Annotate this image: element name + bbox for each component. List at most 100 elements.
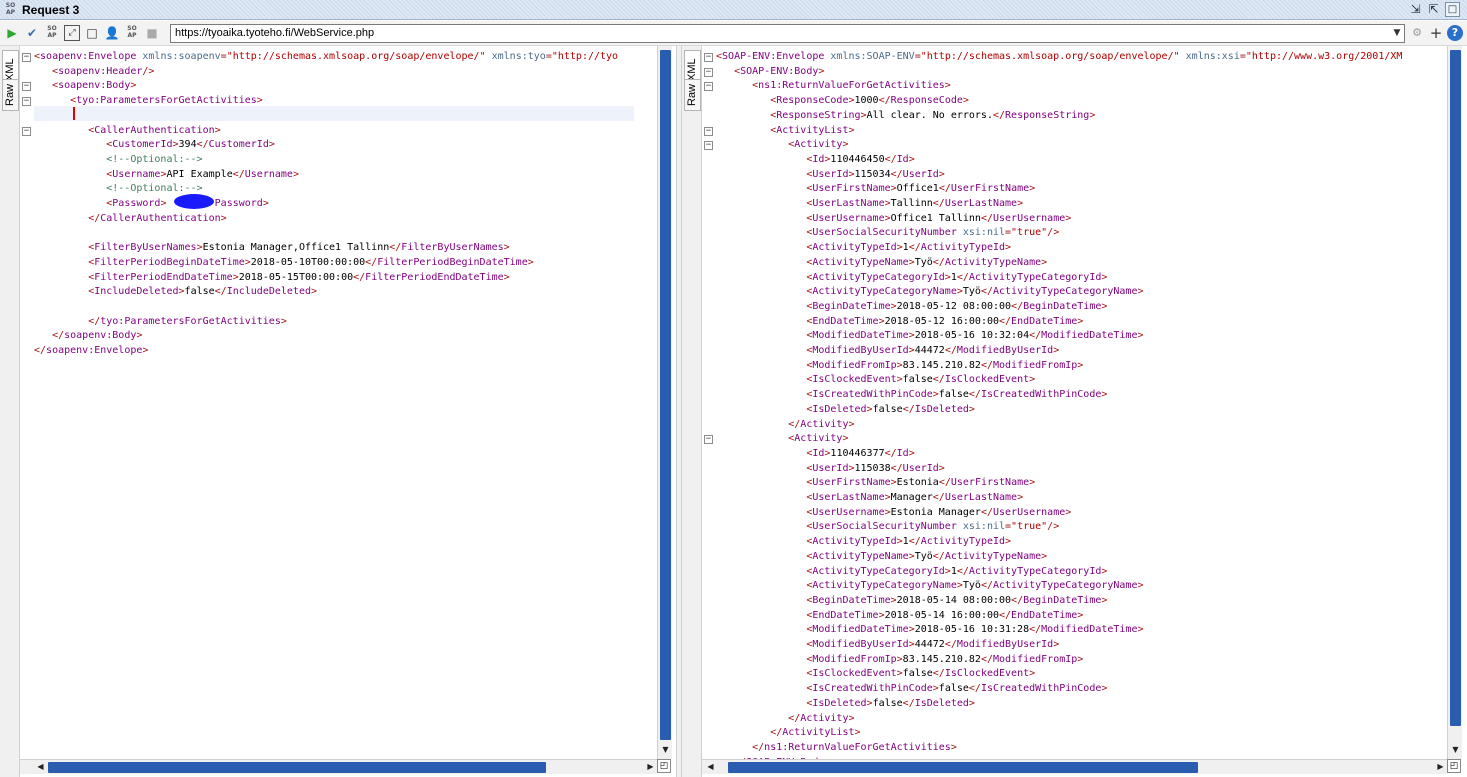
- xml-token: UserLastName: [944, 198, 1018, 209]
- xml-token: [716, 668, 806, 679]
- fold-toggle-icon[interactable]: −: [704, 67, 713, 77]
- scroll-left-icon[interactable]: ◀: [704, 760, 717, 773]
- response-xml-editor[interactable]: <SOAP-ENV:Envelope xmlns:SOAP-ENV="http:…: [702, 46, 1447, 759]
- request-vertical-scrollbar[interactable]: ▼: [657, 46, 672, 759]
- xml-token: >: [908, 447, 915, 459]
- tab-raw[interactable]: Raw: [2, 79, 19, 111]
- xml-token: EndDateTime: [1011, 609, 1078, 621]
- xml-token: [716, 580, 806, 591]
- xml-line: <ActivityTypeCategoryId>1</ActivityTypeC…: [716, 565, 1107, 580]
- xml-token: </: [999, 315, 1012, 327]
- xml-line: <FilterByUserNames>Estonia Manager,Offic…: [34, 241, 510, 256]
- user-icon[interactable]: 👤: [104, 25, 120, 41]
- request-vertical-thumb[interactable]: [660, 50, 671, 740]
- response-panel: XML Raw <SOAP-ENV:Envelope xmlns:SOAP-EN…: [682, 46, 1467, 777]
- xml-token: [716, 551, 806, 562]
- xml-token: [34, 183, 106, 194]
- xml-token: [716, 257, 806, 268]
- detach-icon[interactable]: □: [1445, 2, 1460, 17]
- xml-token: >: [1077, 609, 1084, 621]
- xml-token: [716, 242, 806, 253]
- xml-line: <IsClockedEvent>false</IsClockedEvent>: [716, 373, 1035, 388]
- response-horizontal-scrollbar[interactable]: ◀ ▶: [702, 759, 1447, 774]
- fold-toggle-icon[interactable]: −: [22, 82, 31, 92]
- xml-line: <ActivityTypeCategoryId>1</ActivityTypeC…: [716, 271, 1107, 286]
- fold-toggle-icon[interactable]: −: [704, 126, 713, 136]
- xml-token: CallerAuthentication: [94, 124, 215, 136]
- scroll-down-icon[interactable]: ▼: [1449, 743, 1462, 756]
- tab-raw[interactable]: Raw: [684, 79, 701, 111]
- xml-token: IncludeDeleted: [94, 286, 179, 298]
- xml-token: [716, 595, 806, 606]
- settings-icon[interactable]: ⚙: [1409, 25, 1425, 41]
- xml-token: >: [136, 330, 143, 342]
- xml-line: <soapenv:Header/>: [34, 65, 154, 80]
- xml-token: >: [944, 80, 951, 92]
- fold-toggle-icon[interactable]: −: [704, 53, 713, 62]
- add-endpoint-icon[interactable]: +: [1428, 25, 1444, 41]
- fold-toggle-icon[interactable]: −: [22, 126, 31, 136]
- endpoint-url-select[interactable]: https://tyoaika.tyoteho.fi/WebService.ph…: [170, 24, 1405, 43]
- xml-token: EndDateTime: [812, 315, 879, 327]
- request-horizontal-scrollbar[interactable]: ◀ ▶: [20, 759, 657, 774]
- xml-line: <CallerAuthentication>: [34, 124, 220, 139]
- xml-token: [34, 139, 106, 150]
- response-horizontal-thumb[interactable]: [728, 762, 1198, 773]
- xml-line: <UserLastName>Manager</UserLastName>: [716, 491, 1023, 506]
- xml-token: UserLastName: [812, 492, 885, 503]
- xml-token: ActivityTypeName: [944, 256, 1042, 268]
- toolbar: ▶ ✔ SO AP ⤢ □ 👤 SO AP ■ https://tyoaika.…: [0, 21, 1467, 46]
- help-icon[interactable]: ?: [1447, 25, 1463, 41]
- xml-token: Username: [112, 168, 161, 180]
- validate-icon[interactable]: ✔: [24, 25, 40, 41]
- fold-toggle-icon[interactable]: −: [704, 82, 713, 92]
- xml-token: >: [1137, 330, 1144, 342]
- xml-token: [34, 242, 88, 253]
- xml-token: UserFirstName: [950, 477, 1030, 489]
- xml-token: >: [848, 124, 855, 136]
- square-icon[interactable]: □: [84, 25, 100, 41]
- xml-token: </: [956, 271, 969, 283]
- xml-token: ModifiedDateTime: [812, 330, 909, 342]
- xml-token: </: [980, 653, 993, 665]
- xml-token: ActivityTypeCategoryId: [968, 271, 1102, 283]
- request-xml-editor[interactable]: <soapenv:Envelope xmlns:soapenv="http://…: [20, 46, 657, 759]
- fold-toggle-icon[interactable]: −: [22, 97, 31, 107]
- xml-token: [34, 169, 106, 180]
- stop-icon[interactable]: ■: [144, 25, 160, 41]
- soap-action-icon[interactable]: SO AP: [44, 25, 60, 41]
- xml-token: "true": [1011, 521, 1048, 533]
- xml-line: </CallerAuthentication>: [34, 212, 227, 227]
- scroll-down-icon[interactable]: ▼: [659, 743, 672, 756]
- xml-token: UserFirstName: [812, 183, 891, 195]
- fold-toggle-icon[interactable]: −: [704, 141, 713, 151]
- fullscreen-icon[interactable]: ⤢: [64, 25, 80, 41]
- soap-version-icon[interactable]: SO AP: [124, 25, 140, 41]
- fold-toggle-icon[interactable]: −: [22, 53, 31, 62]
- response-corner-icon[interactable]: ◰: [1447, 759, 1461, 773]
- xml-token: "http://www.w3.org/2001/XM: [1245, 51, 1403, 62]
- request-horizontal-thumb[interactable]: [48, 762, 546, 773]
- xml-token: >: [142, 345, 149, 356]
- xml-token: [716, 66, 734, 77]
- xml-line: <ActivityTypeId>1</ActivityTypeId>: [716, 535, 1011, 550]
- request-corner-icon[interactable]: ◰: [657, 759, 671, 773]
- xml-token: </: [968, 683, 981, 695]
- xml-token: tyo:ParametersForGetActivities: [76, 95, 257, 107]
- xml-token: [716, 227, 806, 238]
- submit-request-icon[interactable]: ▶: [4, 25, 20, 41]
- xml-token: xsi:nil: [962, 521, 1006, 533]
- scroll-left-icon[interactable]: ◀: [34, 760, 47, 773]
- scroll-right-icon[interactable]: ▶: [644, 760, 657, 773]
- response-vertical-scrollbar[interactable]: ▼: [1447, 46, 1462, 759]
- xml-token: >: [1101, 594, 1108, 606]
- restore-icon[interactable]: ⇲: [1408, 2, 1423, 17]
- scroll-right-icon[interactable]: ▶: [1434, 760, 1447, 773]
- response-vertical-thumb[interactable]: [1450, 50, 1461, 726]
- fold-toggle-icon[interactable]: −: [704, 435, 713, 445]
- xml-token: ActivityTypeCategoryId: [812, 565, 945, 577]
- maximize-icon[interactable]: ⇱: [1426, 2, 1441, 17]
- xml-token: </: [196, 139, 209, 151]
- xml-token: [716, 183, 806, 194]
- chevron-down-icon[interactable]: ▼: [1390, 25, 1404, 42]
